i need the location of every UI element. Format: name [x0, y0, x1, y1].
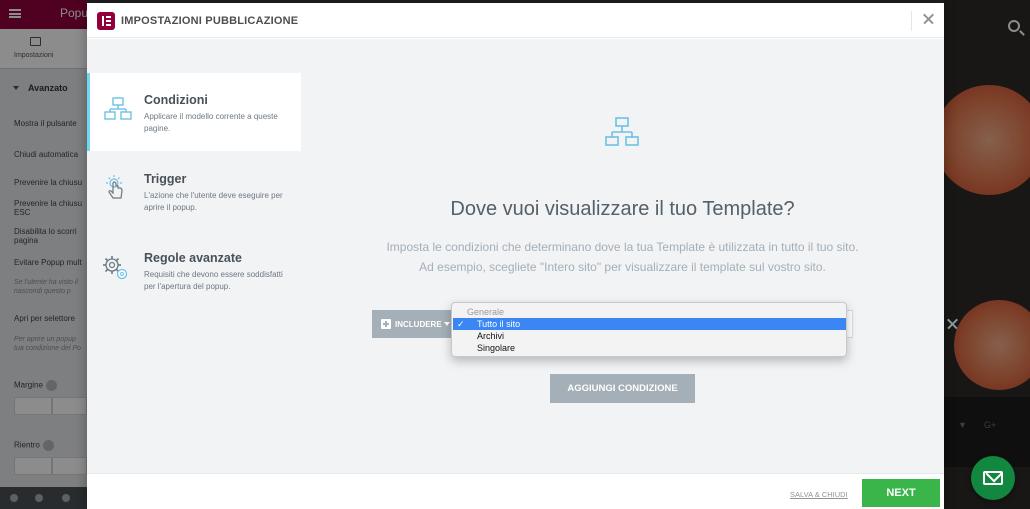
tab-advanced-rules[interactable]: Regole avanzate Requisiti che devono ess…: [87, 231, 301, 309]
tab-description: Applicare il modello corrente a queste p…: [144, 112, 278, 133]
panel-heading: Dove vuoi visualizzare il tuo Template?: [450, 198, 795, 220]
tab-title: Regole avanzate: [144, 251, 242, 265]
tab-title: Condizioni: [144, 93, 208, 107]
header-divider: [911, 11, 912, 31]
description-line: Imposta le condizioni che determinano do…: [386, 240, 859, 254]
add-condition-button[interactable]: AGGIUNGI CONDIZIONE: [550, 374, 695, 403]
chat-button[interactable]: [971, 456, 1015, 500]
panel-description: Imposta le condizioni che determinano do…: [341, 237, 904, 277]
modal-header: IMPOSTAZIONI PUBBLICAZIONE: [87, 3, 944, 38]
dropdown-option[interactable]: ✓ Tutto il sito: [453, 318, 846, 330]
envelope-icon: [983, 471, 1003, 485]
option-label: Archivi: [477, 331, 505, 341]
check-icon: ✓: [457, 319, 465, 329]
tab-conditions[interactable]: Condizioni Applicare il modello corrente…: [87, 73, 301, 151]
dropdown-group-label: Generale: [467, 307, 505, 317]
next-button[interactable]: NEXT: [862, 479, 940, 507]
publish-settings-modal: IMPOSTAZIONI PUBBLICAZIONE Condizioni Ap…: [87, 3, 944, 509]
conditions-panel: Dove vuoi visualizzare il tuo Template? …: [301, 39, 944, 473]
tab-description: Requisiti che devono essere soddisfatti …: [144, 270, 283, 291]
tab-title: Trigger: [144, 172, 187, 186]
option-label: Singolare: [477, 343, 516, 353]
elementor-logo-icon: [97, 12, 115, 30]
gears-icon: [103, 256, 128, 280]
remove-condition-icon[interactable]: [945, 316, 961, 332]
condition-dropdown: Generale ✓ Tutto il sito Archivi Singola…: [451, 302, 847, 357]
caret-down-icon: [444, 322, 450, 326]
dropdown-option[interactable]: Singolare: [453, 342, 846, 354]
dropdown-option[interactable]: Archivi: [453, 330, 846, 342]
tab-trigger[interactable]: Trigger L'azione che l'utente deve esegu…: [87, 152, 301, 230]
modal-title: IMPOSTAZIONI PUBBLICAZIONE: [121, 15, 299, 27]
sitemap-icon: [104, 97, 132, 120]
pointer-click-icon: [106, 175, 123, 199]
sitemap-icon: [605, 117, 639, 146]
save-close-link[interactable]: SALVA & CHIUDI: [790, 490, 848, 499]
modal-sidebar: Condizioni Applicare il modello corrente…: [87, 39, 301, 473]
close-icon[interactable]: [919, 9, 939, 29]
tab-description: L'azione che l'utente deve eseguire per …: [144, 191, 283, 212]
modal-footer: SALVA & CHIUDI NEXT: [87, 473, 944, 509]
include-exclude-select[interactable]: INCLUDERE: [372, 310, 452, 338]
description-line: Ad esempio, scegliete "Intero sito" per …: [419, 260, 826, 274]
include-label: INCLUDERE: [395, 320, 442, 329]
option-label: Tutto il sito: [477, 319, 521, 329]
plus-icon: [381, 319, 391, 329]
